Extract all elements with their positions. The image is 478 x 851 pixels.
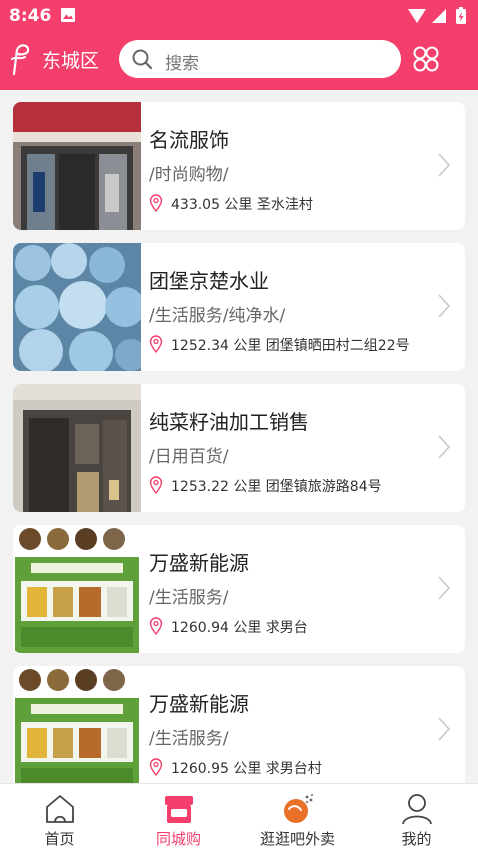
store-distance-address: 433.05 公里 圣水洼村: [171, 194, 313, 214]
chevron-right-icon: [438, 576, 451, 600]
store-card[interactable]: 万盛新能源 /生活服务/ 1260.94 公里 求男台: [13, 525, 465, 653]
location-pin-icon: [149, 617, 163, 635]
search-placeholder: 搜索: [165, 54, 199, 74]
shop-icon: [165, 796, 193, 823]
location-pin-icon: [149, 335, 163, 353]
tab-label: 首页: [44, 830, 75, 848]
chevron-right-icon: [438, 717, 451, 741]
store-card[interactable]: 纯菜籽油加工销售 /日用百货/ 1253.22 公里 团堡镇旅游路84号: [13, 384, 465, 512]
wifi-icon: [408, 9, 426, 23]
store-category: /生活服务/: [149, 729, 229, 749]
store-thumbnail: [13, 243, 141, 371]
signal-icon: [432, 9, 446, 23]
tab-local-shopping[interactable]: 同城购: [119, 784, 238, 851]
store-card[interactable]: 名流服饰 /时尚购物/ 433.05 公里 圣水洼村: [13, 102, 465, 230]
store-distance-address: 1260.94 公里 求男台: [171, 617, 308, 637]
store-address: 求男台村: [265, 761, 322, 777]
tab-label: 同城购: [155, 830, 201, 848]
status-bar: 8:46: [0, 0, 478, 32]
store-thumbnail: [13, 525, 141, 653]
tab-home[interactable]: 首页: [0, 784, 119, 851]
tab-label: 逛逛吧外卖: [259, 830, 335, 848]
store-category: /日用百货/: [149, 447, 229, 467]
battery-icon: [456, 7, 466, 24]
image-notification-icon: [61, 8, 75, 22]
store-distance-address: 1260.95 公里 求男台村: [171, 758, 322, 778]
takeout-icon: [284, 793, 314, 823]
location-pin-icon: [149, 194, 163, 212]
store-thumbnail: [13, 102, 141, 230]
store-address: 团堡镇旅游路84号: [265, 479, 382, 495]
location-selector[interactable]: 东城区: [8, 42, 108, 76]
search-input[interactable]: 搜索: [119, 40, 401, 78]
store-card[interactable]: 万盛新能源 /生活服务/ 1260.95 公里 求男台村: [13, 666, 465, 783]
tab-profile[interactable]: 我的: [357, 784, 476, 851]
store-address: 团堡镇晒田村二组22号: [265, 338, 410, 354]
store-category: /时尚购物/: [149, 165, 229, 185]
store-name: 万盛新能源: [149, 551, 249, 575]
location-label: 东城区: [42, 50, 100, 72]
store-distance: 433.05 公里: [171, 197, 253, 213]
store-name: 纯菜籽油加工销售: [149, 410, 309, 434]
store-card[interactable]: 团堡京楚水业 /生活服务/纯净水/ 1252.34 公里 团堡镇晒田村二组22号: [13, 243, 465, 371]
store-thumbnail: [13, 384, 141, 512]
app-header: 8:46 东城区 搜索: [0, 0, 478, 90]
store-distance: 1260.95 公里: [171, 761, 262, 777]
chevron-right-icon: [438, 294, 451, 318]
store-name: 名流服饰: [149, 128, 229, 152]
location-pin-icon: [149, 758, 163, 776]
store-distance-address: 1253.22 公里 团堡镇旅游路84号: [171, 476, 382, 496]
chevron-right-icon: [438, 153, 451, 177]
store-address: 求男台: [265, 620, 308, 636]
status-time: 8:46: [9, 6, 52, 26]
store-address: 圣水洼村: [256, 197, 313, 213]
store-list[interactable]: 名流服饰 /时尚购物/ 433.05 公里 圣水洼村 团堡京楚水业 /生活服务/…: [0, 90, 478, 783]
search-icon: [132, 49, 153, 70]
home-icon: [46, 795, 74, 823]
category-grid-icon[interactable]: [412, 45, 440, 73]
store-distance: 1252.34 公里: [171, 338, 262, 354]
store-category: /生活服务/纯净水/: [149, 306, 286, 326]
store-distance-address: 1252.34 公里 团堡镇晒田村二组22号: [171, 335, 410, 355]
store-name: 团堡京楚水业: [149, 269, 269, 293]
bottom-tab-bar: 首页 同城购 逛逛吧外卖 我的: [0, 783, 478, 851]
status-icons: [408, 7, 466, 24]
location-flag-icon: [11, 44, 30, 76]
tab-label: 我的: [401, 830, 432, 848]
store-category: /生活服务/: [149, 588, 229, 608]
store-thumbnail: [13, 666, 141, 783]
location-pin-icon: [149, 476, 163, 494]
profile-icon: [402, 794, 432, 825]
store-distance: 1260.94 公里: [171, 620, 262, 636]
tab-takeout[interactable]: 逛逛吧外卖: [238, 784, 357, 851]
store-name: 万盛新能源: [149, 692, 249, 716]
chevron-right-icon: [438, 435, 451, 459]
store-distance: 1253.22 公里: [171, 479, 262, 495]
